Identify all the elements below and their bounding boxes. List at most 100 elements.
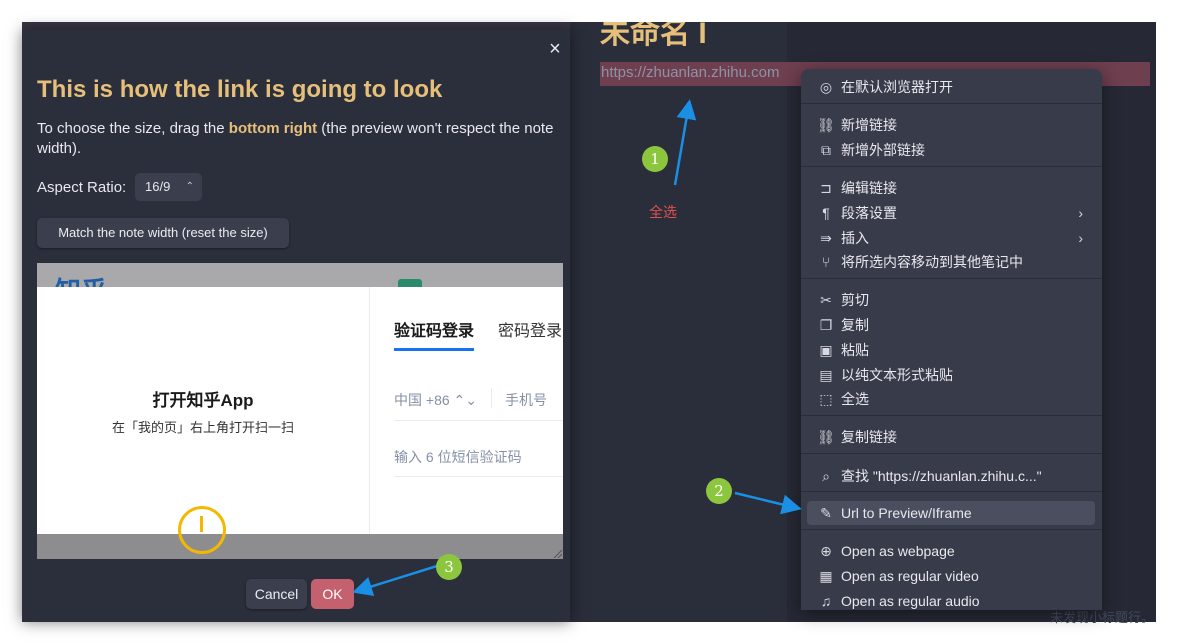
menu-separator	[801, 529, 1102, 530]
menu-item-label: Open as webpage	[841, 543, 955, 559]
cancel-button[interactable]: Cancel	[246, 579, 307, 609]
menu-item-6[interactable]: ⑂ 将所选内容移动到其他笔记中	[807, 250, 1095, 274]
menu-item-13[interactable]: ⌕ 查找 "https://zhuanlan.zhihu.c..."	[807, 464, 1095, 488]
login-modal: 打开知乎App 在「我的页」右上角打开扫一扫 验证码登录 密码登录 中国 +86…	[37, 287, 563, 554]
menu-item-label: Url to Preview/Iframe	[841, 505, 972, 521]
menu-item-5[interactable]: ⇛ 插入 ›	[807, 226, 1095, 250]
film-icon: ▦	[819, 567, 833, 584]
context-menu: ◎ 在默认浏览器打开 ⛓ 新增链接 ⧉ 新增外部链接 ⊐ 编辑链接 ¶ 段落设置 › ⇛ 插入 › ⑂ 将所选…	[801, 69, 1102, 610]
desc-text-bold: bottom right	[228, 120, 318, 137]
move-branch-icon: ⑂	[821, 254, 831, 270]
resize-grip-icon[interactable]	[552, 548, 562, 558]
menu-item-1[interactable]: ⛓ 新增链接	[807, 113, 1095, 137]
menu-item-11[interactable]: ⬚ 全选	[807, 387, 1095, 411]
annotation-step-3: 3	[436, 554, 462, 580]
field-underline	[394, 420, 563, 421]
menu-item-4[interactable]: ¶ 段落设置 ›	[807, 201, 1095, 225]
menu-item-17[interactable]: ♫ Open as regular audio	[807, 589, 1095, 610]
menu-item-0[interactable]: ◎ 在默认浏览器打开	[807, 75, 1095, 99]
aspect-ratio-value: 16/9	[145, 179, 171, 194]
external-link-icon: ⧉	[821, 141, 831, 158]
note-link[interactable]: https://zhuanlan.zhihu.com	[601, 64, 779, 81]
edit-link-icon: ⊐	[820, 179, 832, 196]
screenshot-stage: 未命名 I https://zhuanlan.zhihu.com 未发现小标题行…	[0, 0, 1178, 644]
menu-item-label: 将所选内容移动到其他笔记中	[841, 254, 1023, 270]
sms-code-input[interactable]: 输入 6 位短信验证码	[394, 447, 522, 467]
menu-item-label: 段落设置	[841, 205, 897, 221]
menu-item-16[interactable]: ▦ Open as regular video	[807, 564, 1095, 588]
phone-input[interactable]: 手机号	[505, 390, 547, 410]
country-code-select[interactable]: 中国 +86 ⌃⌄	[394, 390, 477, 410]
menu-item-label: 查找 "https://zhuanlan.zhihu.c..."	[841, 468, 1042, 484]
menu-item-label: 复制	[841, 317, 869, 333]
dialog-top-edge	[22, 22, 570, 30]
menu-item-12[interactable]: ⛓ 复制链接	[807, 425, 1095, 449]
menu-separator	[801, 491, 1102, 492]
link-icon: ⛓	[817, 116, 835, 133]
menu-separator	[801, 453, 1102, 454]
copy-icon: ❐	[819, 316, 833, 333]
aspect-ratio-label: Aspect Ratio:	[37, 179, 127, 196]
menu-item-label: 以纯文本形式粘贴	[841, 367, 953, 383]
clipboard-text-icon: ▤	[819, 366, 833, 383]
annotation-label-select-all: 全选	[649, 204, 677, 220]
chevron-right-icon: ›	[1078, 205, 1083, 221]
menu-item-9[interactable]: ▣ 粘贴	[807, 338, 1095, 362]
scissors-icon: ✂	[820, 291, 832, 308]
menu-item-label: 剪切	[841, 292, 869, 308]
menu-item-label: Open as regular audio	[841, 593, 980, 609]
login-divider	[369, 287, 370, 534]
annotation-step-2: 2	[706, 478, 732, 504]
qr-subtitle: 在「我的页」右上角打开扫一扫	[111, 420, 294, 435]
aspect-ratio-select[interactable]: 16/9 ⌃	[135, 173, 202, 201]
link-preview-dialog: × This is how the link is going to look …	[22, 30, 570, 622]
menu-item-label: 粘贴	[841, 342, 869, 358]
menu-separator	[801, 166, 1102, 167]
desc-text-before: To choose the size, drag the	[37, 120, 229, 137]
dialog-description: To choose the size, drag the bottom righ…	[37, 119, 569, 159]
menu-item-14[interactable]: ✎ Url to Preview/Iframe	[807, 501, 1095, 525]
link-icon: ⛓	[817, 428, 835, 445]
menu-item-label: 全选	[841, 391, 869, 407]
menu-separator	[801, 103, 1102, 104]
qr-title: 打开知乎App	[152, 391, 254, 410]
ok-button[interactable]: OK	[311, 579, 354, 609]
menu-item-3[interactable]: ⊐ 编辑链接	[807, 176, 1095, 200]
search-icon: ⌕	[822, 467, 830, 484]
note-title[interactable]: 未命名 I	[600, 22, 707, 50]
active-tab-underline	[394, 348, 474, 351]
note-title-container: 未命名 I	[570, 22, 810, 50]
tab-password-login[interactable]: 密码登录	[498, 317, 562, 341]
globe-icon: ⊕	[820, 542, 832, 559]
menu-item-2[interactable]: ⧉ 新增外部链接	[807, 138, 1095, 162]
menu-item-label: 在默认浏览器打开	[841, 79, 953, 95]
menu-separator	[801, 278, 1102, 279]
insert-icon: ⇛	[820, 229, 832, 246]
menu-item-label: Open as regular video	[841, 568, 979, 584]
menu-item-15[interactable]: ⊕ Open as webpage	[807, 539, 1095, 563]
select-all-icon: ⬚	[819, 390, 833, 407]
menu-item-label: 新增外部链接	[841, 142, 925, 158]
field-underline	[394, 476, 563, 477]
clipboard-icon: ▣	[819, 341, 833, 358]
menu-separator	[801, 415, 1102, 416]
headphones-icon: ♫	[820, 593, 832, 609]
select-chevron-icon: ⌃	[185, 181, 194, 192]
menu-item-8[interactable]: ❐ 复制	[807, 313, 1095, 337]
tab-sms-login[interactable]: 验证码登录	[394, 317, 474, 341]
match-note-width-button[interactable]: Match the note width (reset the size)	[37, 218, 289, 248]
menu-item-10[interactable]: ▤ 以纯文本形式粘贴	[807, 363, 1095, 387]
menu-item-label: 新增链接	[841, 117, 897, 133]
menu-item-label: 复制链接	[841, 429, 897, 445]
menu-item-label: 插入	[841, 230, 869, 246]
menu-item-label: 编辑链接	[841, 180, 897, 196]
app-logo-bar	[200, 516, 203, 532]
paragraph-icon: ¶	[822, 205, 830, 221]
close-icon[interactable]: ×	[546, 38, 564, 60]
field-separator	[491, 388, 492, 408]
menu-item-7[interactable]: ✂ 剪切	[807, 288, 1095, 312]
chevron-right-icon: ›	[1078, 230, 1083, 246]
iframe-preview[interactable]: 知乎 打开知乎App 在「我的页」右上角打开扫一扫 验证码登录 密码登录 中国 …	[37, 263, 563, 559]
safari-compass-icon: ◎	[819, 78, 833, 95]
dialog-title: This is how the link is going to look	[37, 76, 443, 103]
